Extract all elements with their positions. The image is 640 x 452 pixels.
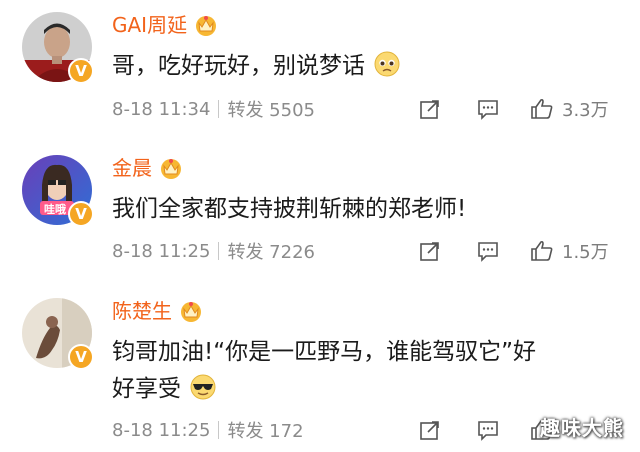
sunglasses-face-icon bbox=[190, 374, 216, 400]
avatar[interactable]: 哇哦 V bbox=[22, 155, 94, 227]
timestamp: 8-18 11:25 bbox=[112, 419, 211, 441]
verified-badge-icon: V bbox=[68, 58, 94, 84]
author-name[interactable]: 金晨 bbox=[112, 155, 152, 181]
repost-count[interactable]: 转发 7226 bbox=[227, 238, 315, 264]
like-icon[interactable] bbox=[530, 97, 554, 121]
action-bar: 1.5万 bbox=[418, 236, 609, 266]
avatar-label: 哇哦 bbox=[44, 203, 66, 216]
pleading-face-icon bbox=[374, 51, 400, 77]
crown-badge-icon bbox=[161, 159, 181, 179]
comment-meta: 8-18 11:25 转发 7226 bbox=[112, 238, 315, 264]
comment-item: 哇哦 V 金晨 我们全家都支持披荆斩棘的郑老师! 8-18 11:25 转发 7… bbox=[0, 143, 640, 286]
comment-text: 哥，吃好玩好，别说梦话 bbox=[112, 48, 622, 85]
share-icon[interactable] bbox=[418, 97, 442, 121]
action-bar: 3.3万 bbox=[418, 94, 609, 124]
share-icon[interactable] bbox=[418, 239, 442, 263]
action-bar bbox=[418, 415, 554, 445]
comment-text: 钧哥加油!“你是一匹野马，谁能驾驭它”好 好享受 bbox=[112, 339, 537, 402]
comment-meta: 8-18 11:25 转发 172 bbox=[112, 417, 304, 443]
divider bbox=[218, 100, 220, 118]
avatar[interactable]: V bbox=[22, 12, 94, 84]
avatar[interactable]: V bbox=[22, 298, 94, 370]
timestamp: 8-18 11:25 bbox=[112, 240, 211, 262]
repost-count[interactable]: 转发 172 bbox=[227, 417, 303, 443]
comment-icon[interactable] bbox=[476, 239, 500, 263]
timestamp: 8-18 11:34 bbox=[112, 98, 211, 120]
like-count: 3.3万 bbox=[562, 100, 609, 121]
verified-badge-icon: V bbox=[68, 344, 94, 370]
comment-text: 我们全家都支持披荆斩棘的郑老师! bbox=[112, 196, 467, 222]
share-icon[interactable] bbox=[418, 418, 442, 442]
comment-icon[interactable] bbox=[476, 418, 500, 442]
crown-badge-icon bbox=[196, 16, 217, 36]
verified-badge-icon: V bbox=[68, 201, 94, 227]
like-count: 1.5万 bbox=[562, 242, 609, 263]
comment-meta: 8-18 11:34 转发 5505 bbox=[112, 96, 315, 122]
divider bbox=[218, 421, 220, 439]
like-icon[interactable] bbox=[530, 239, 554, 263]
author-name[interactable]: GAI周延 bbox=[112, 12, 187, 38]
crown-badge-icon bbox=[181, 302, 201, 322]
author-name[interactable]: 陈楚生 bbox=[112, 298, 172, 324]
comment-icon[interactable] bbox=[476, 97, 500, 121]
comment-item: V GAI周延 哥，吃好玩好，别说梦话 8-18 11:34 转发 5505 3… bbox=[0, 0, 640, 143]
repost-count[interactable]: 转发 5505 bbox=[227, 96, 315, 122]
watermark: 趣味大熊 bbox=[540, 416, 624, 440]
divider bbox=[218, 242, 220, 260]
